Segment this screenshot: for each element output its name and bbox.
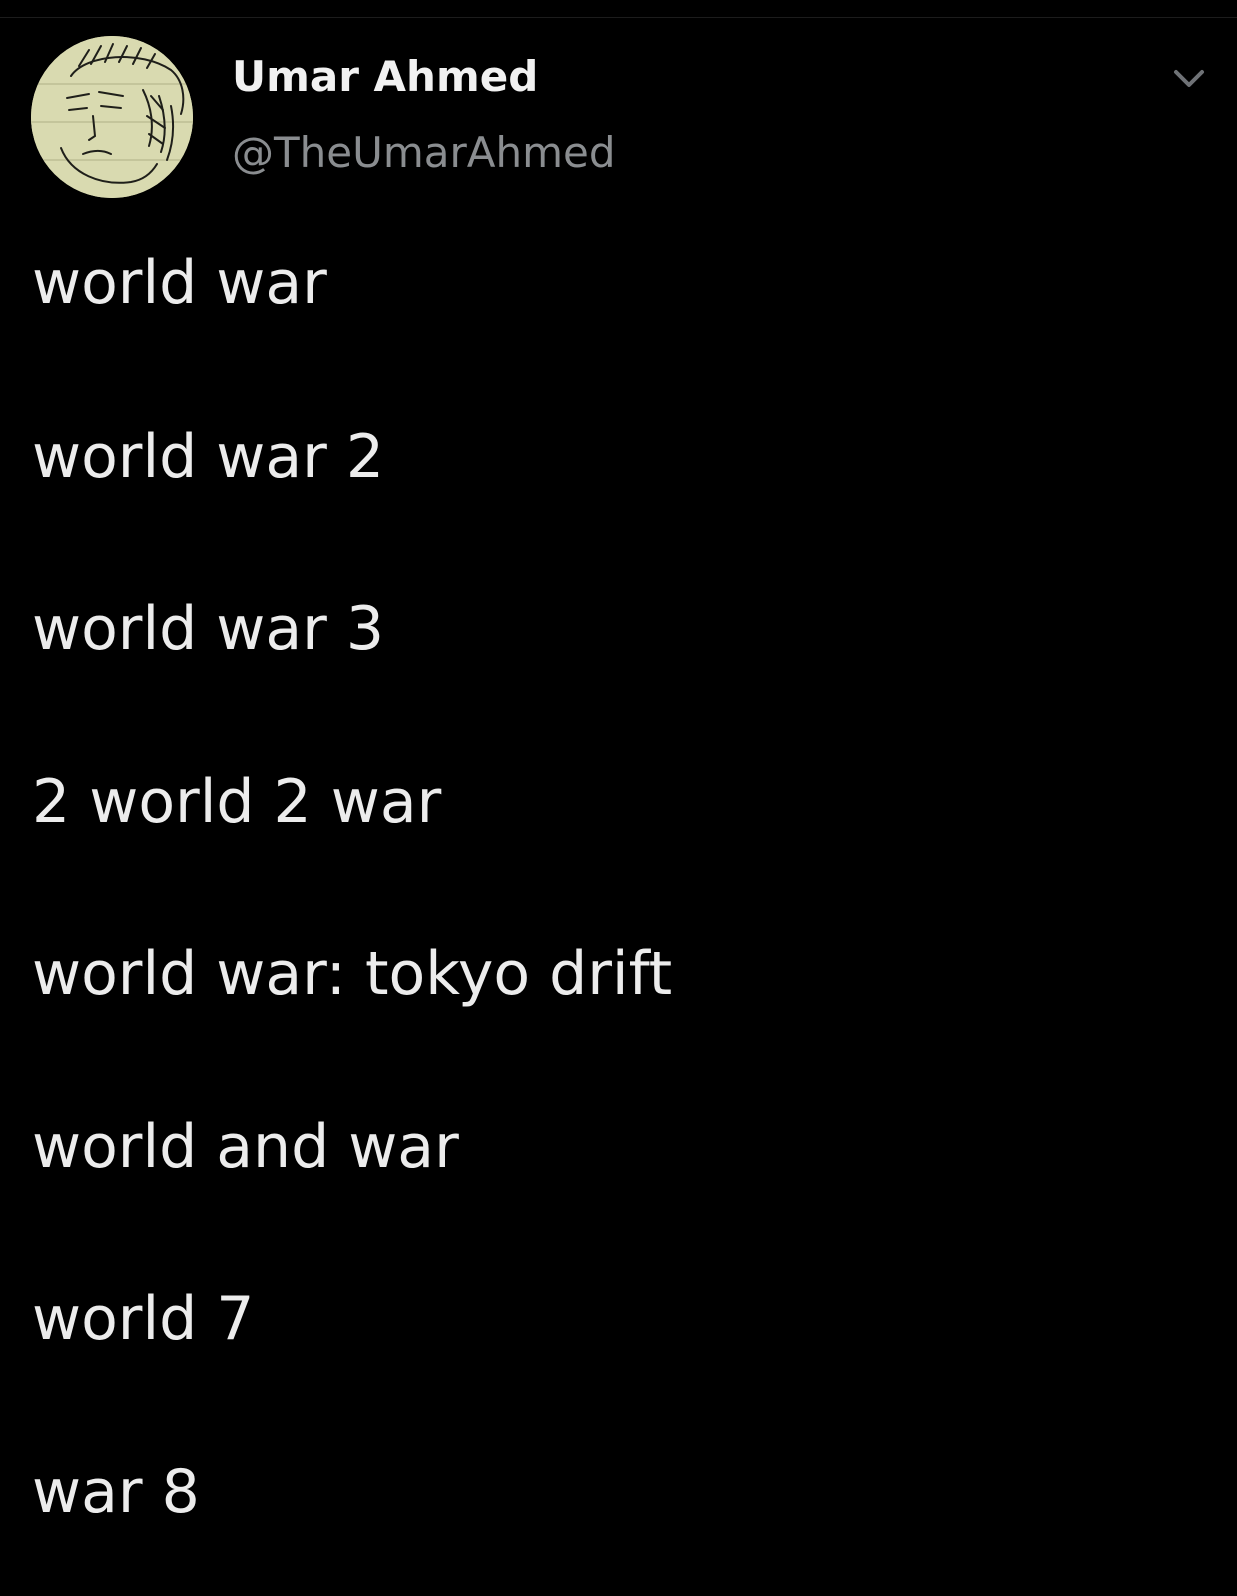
tweet-line: world war: tokyo drift xyxy=(32,939,673,1009)
tweet-line: world 7 xyxy=(32,1284,255,1354)
tweet-line: world war 2 xyxy=(32,422,385,492)
chevron-down-icon[interactable] xyxy=(1170,64,1208,94)
tweet-body: world war world war 2 world war 3 2 worl… xyxy=(32,237,1212,1540)
tweet-line: war 8 xyxy=(32,1457,200,1527)
avatar-face-icon xyxy=(31,36,193,198)
author-name[interactable]: Umar Ahmed xyxy=(232,52,538,102)
author-handle[interactable]: @TheUmarAhmed xyxy=(232,128,616,178)
tweet-line: world and war xyxy=(32,1112,459,1182)
tweet-line: world war xyxy=(32,248,327,318)
tweet-line: world war 3 xyxy=(32,594,385,664)
tweet-line: 2 world 2 war xyxy=(32,767,442,837)
top-divider xyxy=(0,17,1237,18)
avatar[interactable] xyxy=(31,36,193,198)
